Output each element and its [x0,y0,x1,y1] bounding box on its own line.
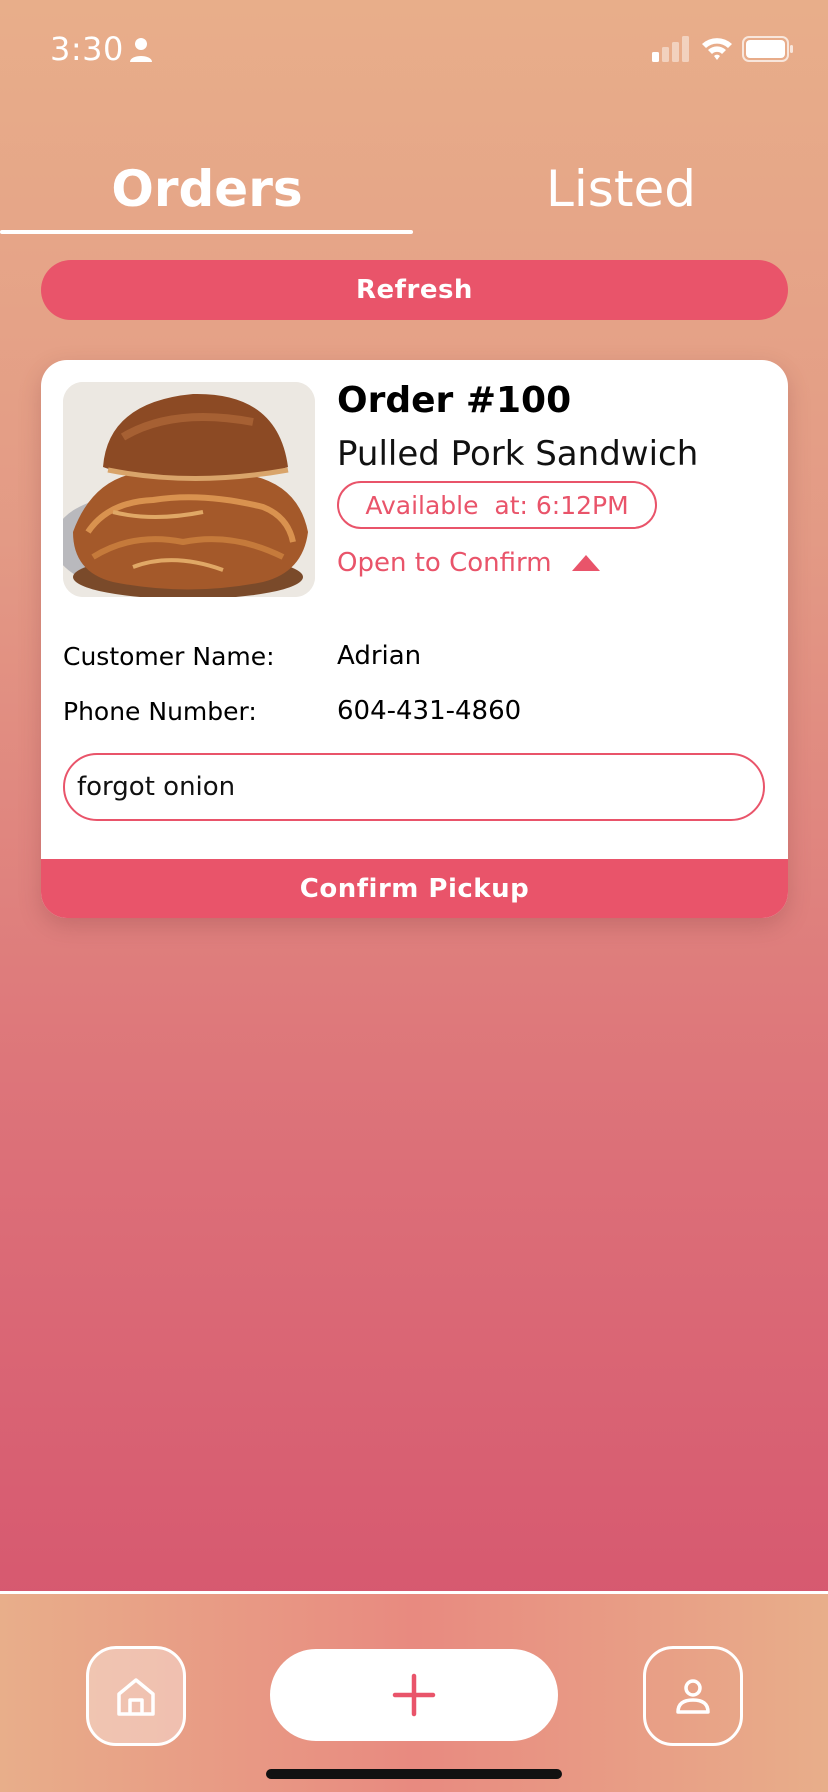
wifi-icon [702,38,732,60]
status-bar: 3:30 [0,0,828,100]
bottom-navigation [0,1591,828,1792]
tab-listed[interactable]: Listed [414,160,828,218]
customer-name-row: Customer Name: Adrian [63,636,763,676]
tab-orders[interactable]: Orders [0,160,414,218]
profile-button[interactable] [643,1646,743,1746]
open-to-confirm-label: Open to Confirm [337,548,552,578]
caret-up-icon [571,555,600,571]
refresh-button[interactable]: Refresh [41,260,788,320]
item-name: Pulled Pork Sandwich [337,434,699,474]
phone-number-value: 604-431-4860 [337,696,522,726]
customer-name-value: Adrian [337,641,422,671]
home-indicator [266,1769,562,1779]
customer-name-label: Customer Name: [63,641,275,671]
battery-icon [742,36,793,62]
order-title: Order #100 [337,380,572,421]
active-tab-indicator [0,230,413,234]
status-time: 3:30 [50,30,124,68]
open-to-confirm-toggle[interactable]: Open to Confirm [337,543,600,583]
phone-number-row: Phone Number: 604-431-4860 [63,691,763,731]
plus-icon [392,1673,436,1717]
profile-icon [676,1679,710,1714]
order-card: Order #100 Pulled Pork Sandwich Availabl… [41,360,788,918]
confirm-pickup-button[interactable]: Confirm Pickup [41,859,788,918]
availability-badge: Available at: 6:12PM [337,481,657,529]
note-input[interactable] [63,753,765,821]
tab-bar: Orders Listed [0,150,828,240]
person-icon [130,38,152,62]
cellular-signal-icon [652,36,689,62]
phone-number-label: Phone Number: [63,696,257,726]
home-icon [117,1678,155,1716]
home-button[interactable] [86,1646,186,1746]
add-button[interactable] [270,1649,558,1741]
pulled-pork-sandwich-photo [63,382,315,597]
